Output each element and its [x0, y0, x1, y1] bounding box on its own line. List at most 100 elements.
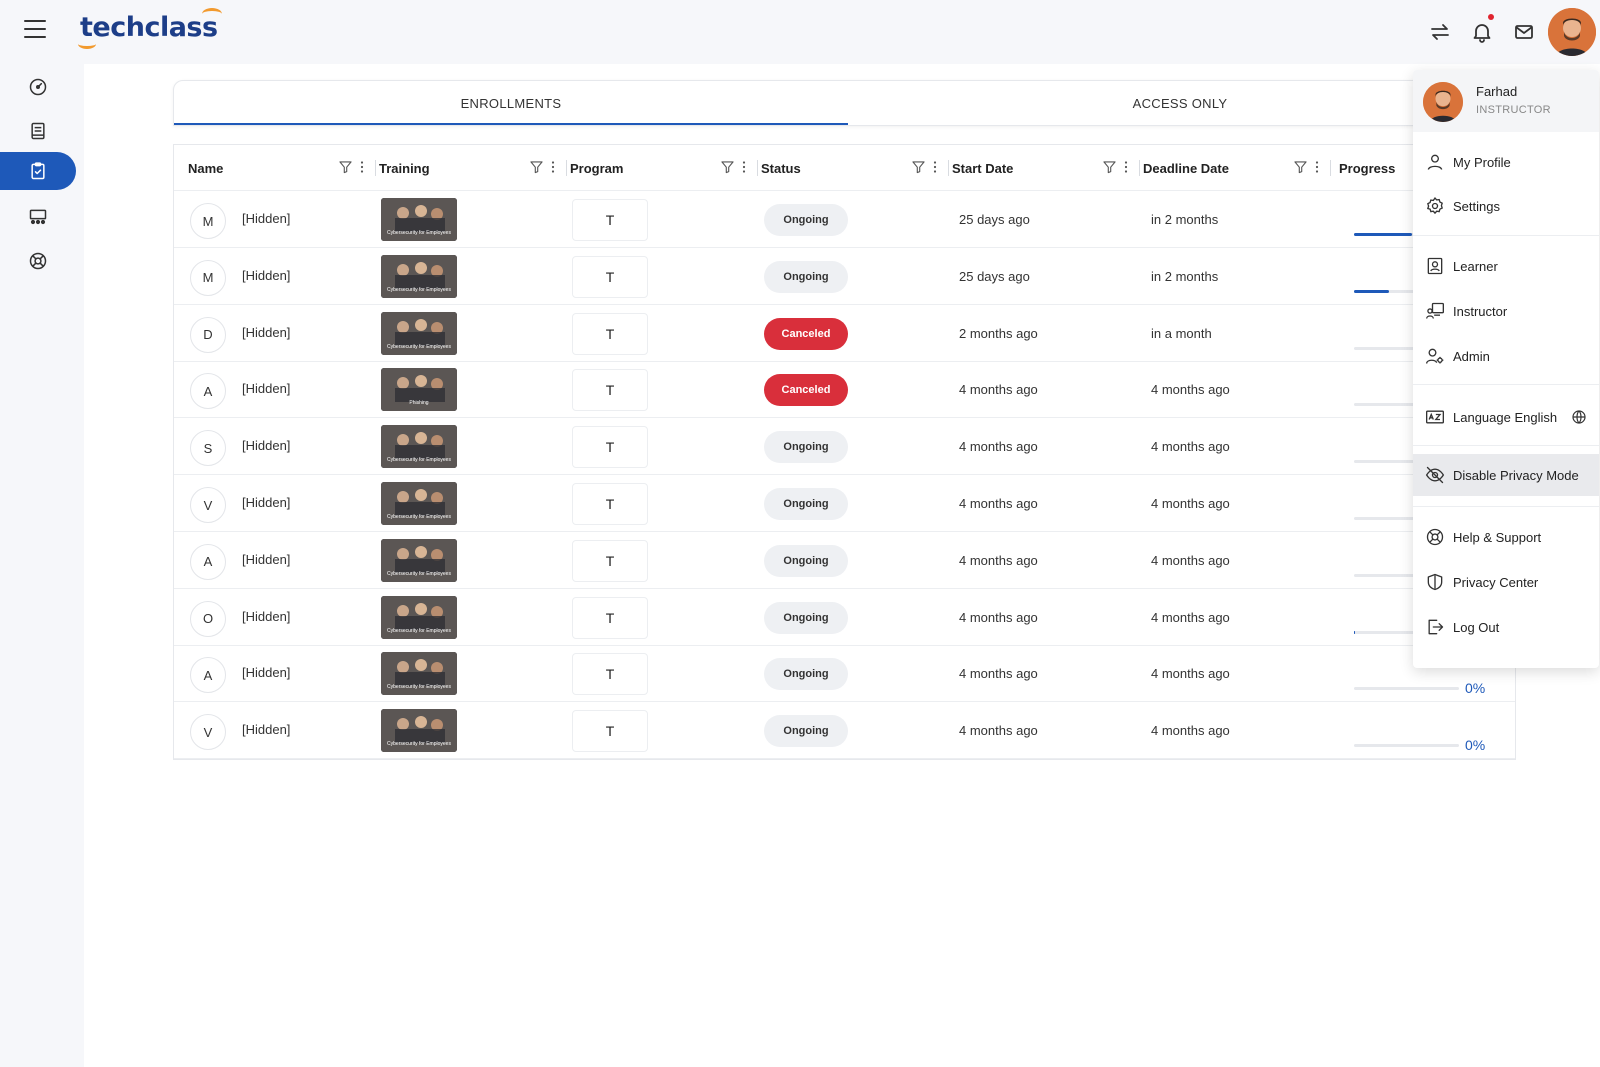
- mail-icon[interactable]: [1512, 20, 1536, 44]
- learner-name[interactable]: [Hidden]: [242, 609, 290, 624]
- filter-icon[interactable]: [721, 160, 734, 174]
- learner-name[interactable]: [Hidden]: [242, 381, 290, 396]
- menu-item-label: Settings: [1453, 198, 1500, 214]
- sidebar-item-library[interactable]: [0, 112, 76, 150]
- column-separator[interactable]: [375, 160, 376, 176]
- training-thumbnail[interactable]: Cybersecurity for Employees: [381, 198, 457, 241]
- program-cell[interactable]: T: [572, 312, 648, 355]
- training-thumbnail[interactable]: Cybersecurity for Employees: [381, 425, 457, 469]
- deadline-date: 4 months ago: [1151, 723, 1230, 739]
- menu-item-help-support[interactable]: Help & Support: [1413, 516, 1599, 558]
- learner-name[interactable]: [Hidden]: [242, 552, 290, 567]
- filter-icon[interactable]: [1103, 160, 1116, 174]
- column-header-deadline-date[interactable]: Deadline Date: [1143, 145, 1229, 191]
- training-thumbnail[interactable]: Cybersecurity for Employees: [381, 482, 457, 525]
- column-menu-icon[interactable]: [1124, 160, 1128, 174]
- learner-name[interactable]: [Hidden]: [242, 495, 290, 510]
- menu-hamburger-icon[interactable]: [24, 20, 46, 38]
- user-initial-avatar: M: [190, 203, 226, 239]
- table-row[interactable]: M [Hidden] Cybersecurity for Employees T Ong…: [174, 191, 1515, 248]
- filter-icon[interactable]: [339, 160, 352, 174]
- sidebar-item-support[interactable]: [0, 242, 76, 280]
- column-menu-icon[interactable]: [933, 160, 937, 174]
- column-tools: [530, 160, 555, 174]
- column-header-program[interactable]: Program: [570, 145, 623, 191]
- swap-icon[interactable]: [1428, 20, 1452, 44]
- column-header-status[interactable]: Status: [761, 145, 801, 191]
- column-menu-icon[interactable]: [742, 160, 746, 174]
- column-header-name[interactable]: Name: [188, 145, 223, 191]
- training-thumbnail[interactable]: Cybersecurity for Employees: [381, 254, 457, 298]
- tab-enrollments[interactable]: ENROLLMENTS: [174, 81, 848, 125]
- program-cell[interactable]: T: [572, 710, 648, 753]
- menu-item-label: Admin: [1453, 348, 1490, 364]
- filter-icon[interactable]: [912, 160, 925, 174]
- menu-item-disable-privacy-mode[interactable]: Disable Privacy Mode: [1413, 454, 1599, 496]
- table-row[interactable]: A [Hidden] Cybersecurity for Employees T Ong…: [174, 532, 1515, 589]
- learner-name[interactable]: [Hidden]: [242, 438, 290, 453]
- dashboard-icon: [29, 78, 47, 96]
- menu-item-label: Privacy Center: [1453, 574, 1539, 590]
- training-thumbnail[interactable]: Cybersecurity for Employees: [381, 538, 457, 582]
- column-tools: [1103, 160, 1128, 174]
- sidebar-item-enrollments[interactable]: [0, 152, 76, 190]
- column-header-training[interactable]: Training: [379, 145, 430, 191]
- training-thumbnail[interactable]: Phishing: [381, 368, 457, 412]
- menu-item-instructor[interactable]: Instructor: [1413, 290, 1599, 332]
- deadline-date: 4 months ago: [1151, 552, 1230, 568]
- program-cell[interactable]: T: [572, 199, 648, 241]
- column-menu-icon[interactable]: [551, 160, 555, 174]
- column-header-progress[interactable]: Progress: [1339, 145, 1395, 191]
- learner-name[interactable]: [Hidden]: [242, 211, 290, 226]
- program-cell[interactable]: T: [572, 596, 648, 639]
- column-separator[interactable]: [757, 160, 758, 176]
- learner-icon: [1427, 257, 1443, 275]
- bell-icon[interactable]: [1470, 14, 1494, 44]
- table-row[interactable]: V [Hidden] Cybersecurity for Employees T Ong…: [174, 702, 1515, 760]
- menu-item-learner[interactable]: Learner: [1413, 245, 1599, 287]
- learner-name[interactable]: [Hidden]: [242, 665, 290, 680]
- column-separator[interactable]: [1139, 160, 1140, 176]
- table-row[interactable]: D [Hidden] Cybersecurity for Employees T Can…: [174, 305, 1515, 362]
- table-row[interactable]: S [Hidden] Cybersecurity for Employees T Ong…: [174, 418, 1515, 476]
- user-avatar[interactable]: [1548, 8, 1596, 56]
- learner-name[interactable]: [Hidden]: [242, 268, 290, 283]
- program-cell[interactable]: T: [572, 255, 648, 298]
- program-cell[interactable]: T: [572, 653, 648, 696]
- menu-item-settings[interactable]: Settings: [1413, 185, 1599, 227]
- training-thumbnail[interactable]: Cybersecurity for Employees: [381, 709, 457, 753]
- training-thumbnail[interactable]: Cybersecurity for Employees: [381, 652, 457, 696]
- sidebar-item-classroom[interactable]: [0, 198, 76, 236]
- techclass-logo[interactable]: techclass: [78, 8, 222, 49]
- column-separator[interactable]: [948, 160, 949, 176]
- column-menu-icon[interactable]: [1315, 160, 1319, 174]
- program-cell[interactable]: T: [572, 369, 648, 412]
- menu-item-privacy-center[interactable]: Privacy Center: [1413, 561, 1599, 603]
- learner-name[interactable]: [Hidden]: [242, 325, 290, 340]
- menu-item-language[interactable]: Language English: [1413, 396, 1599, 438]
- column-header-start-date[interactable]: Start Date: [952, 145, 1013, 191]
- program-cell[interactable]: T: [572, 426, 648, 469]
- table-row[interactable]: O [Hidden] Cybersecurity for Employees T Ong…: [174, 589, 1515, 646]
- column-menu-icon[interactable]: [360, 160, 364, 174]
- training-thumbnail[interactable]: Cybersecurity for Employees: [381, 311, 457, 355]
- training-thumbnail[interactable]: Cybersecurity for Employees: [381, 595, 457, 639]
- menu-item-log-out[interactable]: Log Out: [1413, 606, 1599, 648]
- menu-item-admin[interactable]: Admin: [1413, 335, 1599, 377]
- table-row[interactable]: A [Hidden] Phishing T Canceled 4 months ago 4 …: [174, 361, 1515, 419]
- program-cell[interactable]: T: [572, 483, 648, 525]
- column-separator[interactable]: [1330, 160, 1331, 176]
- progress-bar: [1354, 744, 1459, 748]
- table-row[interactable]: A [Hidden] Cybersecurity for Employees T Ong…: [174, 645, 1515, 703]
- column-separator[interactable]: [566, 160, 567, 176]
- table-row[interactable]: V [Hidden] Cybersecurity for Employees T Ong…: [174, 475, 1515, 532]
- filter-icon[interactable]: [1294, 160, 1307, 174]
- filter-icon[interactable]: [530, 160, 543, 174]
- table-row[interactable]: M [Hidden] Cybersecurity for Employees T Ong…: [174, 248, 1515, 305]
- program-cell[interactable]: T: [572, 539, 648, 582]
- status-badge: Ongoing: [764, 601, 848, 634]
- menu-item-my-profile[interactable]: My Profile: [1413, 141, 1599, 183]
- user-initial-avatar: V: [190, 487, 226, 523]
- sidebar-item-dashboard[interactable]: [0, 68, 76, 106]
- learner-name[interactable]: [Hidden]: [242, 722, 290, 737]
